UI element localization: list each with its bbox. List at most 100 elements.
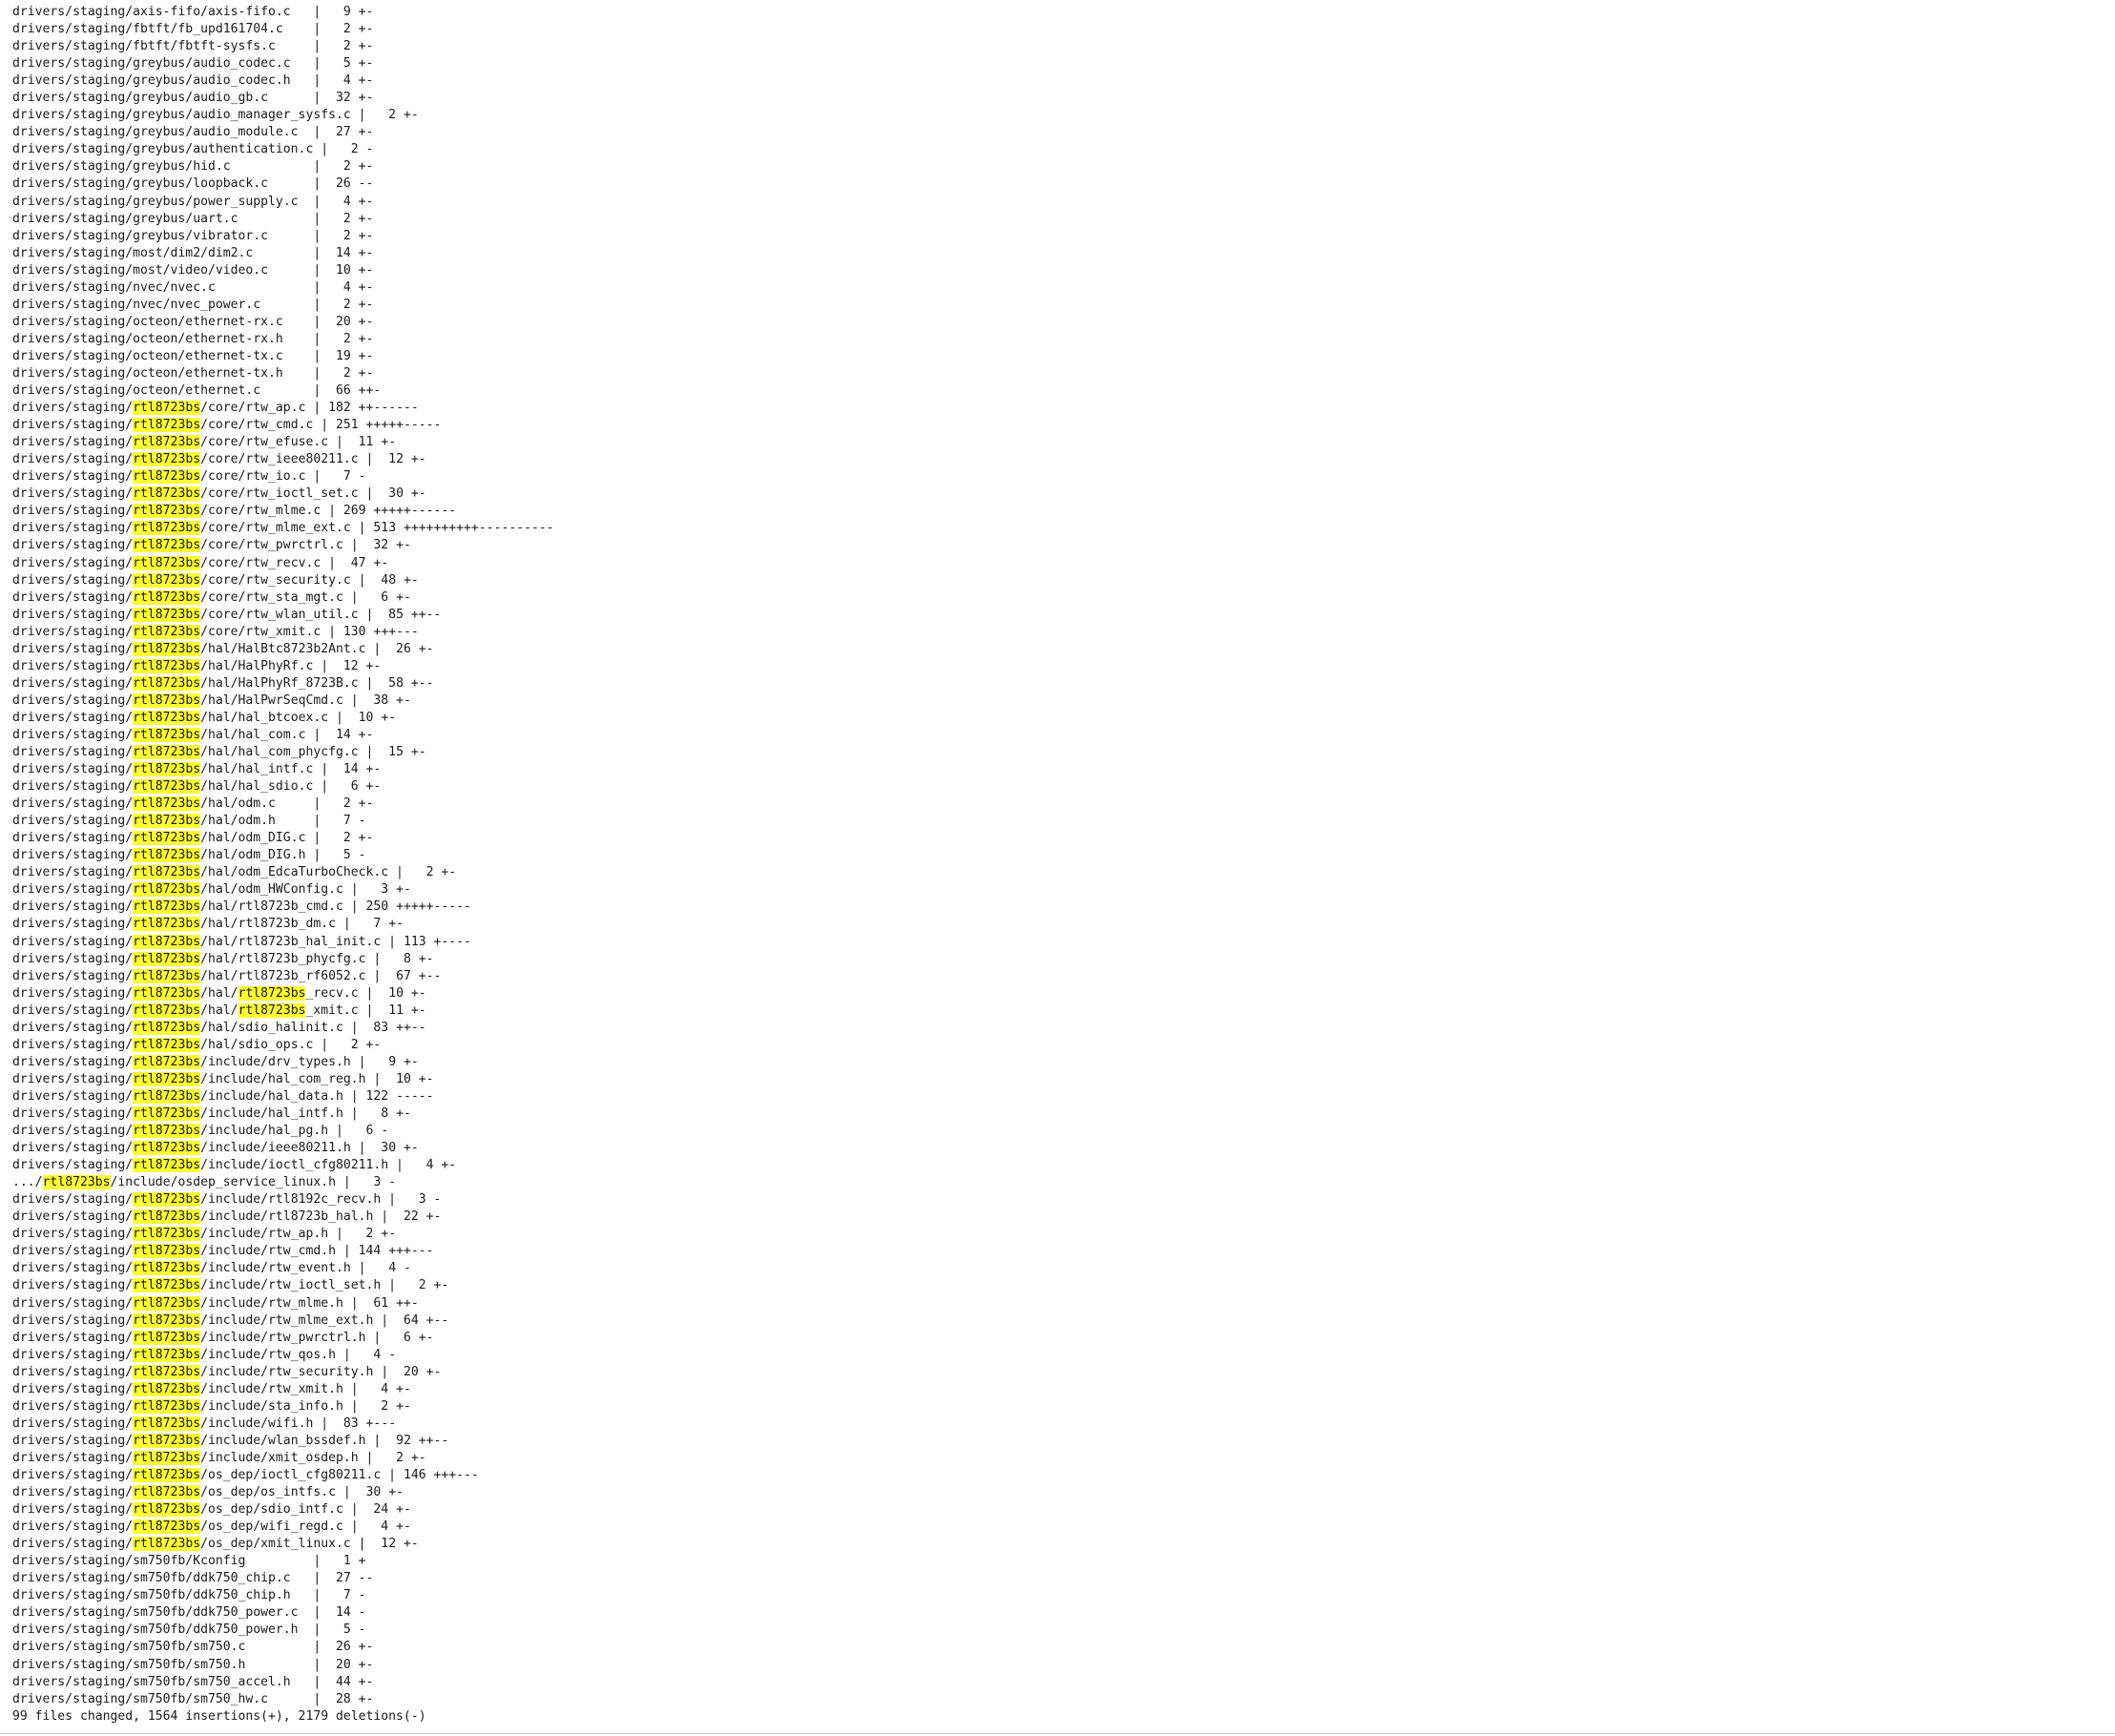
file-path: drivers/staging/rtl8723bs/core/rtw_secur… (12, 572, 351, 588)
change-count: 32 (365, 538, 389, 553)
diffstat-row: drivers/staging/rtl8723bs/include/hal_co… (12, 1071, 434, 1086)
change-count: 4 (328, 279, 351, 295)
diffstat-row: drivers/staging/rtl8723bs/hal/HalPhyRf.c… (12, 658, 382, 673)
diffstat-row: drivers/staging/rtl8723bs/include/rtw_ev… (12, 1261, 411, 1276)
file-path: drivers/staging/rtl8723bs/core/rtw_efuse… (12, 435, 329, 450)
change-graph: +- (410, 486, 426, 502)
change-graph: +-- (418, 968, 442, 983)
change-count: 10 (388, 1071, 411, 1086)
file-path: drivers/staging/rtl8723bs/core/rtw_pwrct… (12, 538, 343, 553)
change-count: 2 (381, 1450, 404, 1465)
change-count: 113 (403, 934, 426, 949)
search-highlight: rtl8723bs (133, 1244, 201, 1259)
diffstat-row: drivers/staging/rtl8723bs/include/hal_in… (12, 1106, 411, 1121)
change-graph: - (358, 1588, 366, 1603)
file-path: drivers/staging/rtl8723bs/hal/hal_btcoex… (12, 710, 329, 725)
diffstat-row: drivers/staging/sm750fb/ddk750_power.c |… (12, 1605, 366, 1621)
change-graph: +- (396, 538, 411, 553)
file-path: drivers/staging/rtl8723bs/hal/odm_DIG.h (12, 848, 306, 863)
change-graph: +++--- (373, 624, 419, 639)
change-graph: +- (358, 262, 374, 278)
change-count: 2 (328, 159, 351, 175)
diffstat-row: drivers/staging/sm750fb/ddk750_chip.h | … (12, 1588, 366, 1603)
diffstat-row: drivers/staging/rtl8723bs/core/rtw_efuse… (12, 435, 397, 450)
change-graph: +---- (433, 934, 471, 949)
file-path: drivers/staging/rtl8723bs/hal/rtl8723bs_… (12, 1002, 359, 1018)
diffstat-row: drivers/staging/rtl8723bs/include/rtw_ml… (12, 1312, 449, 1328)
diffstat-row: drivers/staging/rtl8723bs/include/wlan_b… (12, 1433, 449, 1448)
search-highlight: rtl8723bs (133, 624, 201, 639)
file-path: drivers/staging/octeon/ethernet-tx.c (12, 348, 283, 363)
diffstat-row: drivers/staging/rtl8723bs/include/rtw_cm… (12, 1244, 434, 1259)
change-graph: +- (358, 727, 374, 742)
change-count: 130 (342, 624, 366, 639)
search-highlight: rtl8723bs (133, 1416, 201, 1431)
file-path: .../rtl8723bs/include/osdep_service_linu… (12, 1175, 336, 1190)
change-graph: +- (358, 1674, 374, 1689)
file-path: drivers/staging/rtl8723bs/core/rtw_recv.… (12, 555, 321, 570)
file-path: drivers/staging/rtl8723bs/include/rtw_xm… (12, 1381, 343, 1396)
file-path: drivers/staging/rtl8723bs/include/wifi.h (12, 1416, 314, 1431)
change-count: 24 (365, 1502, 389, 1518)
change-count: 27 (328, 1571, 351, 1586)
change-count: 3 (358, 1175, 382, 1190)
summary-line: 99 files changed, 1564 insertions(+), 21… (12, 1708, 426, 1724)
change-graph: +-- (425, 1312, 449, 1328)
diffstat-row: drivers/staging/rtl8723bs/hal/hal_com.c … (12, 727, 374, 742)
diffstat-row: drivers/staging/rtl8723bs/include/xmit_o… (12, 1450, 426, 1465)
change-count: 20 (328, 314, 351, 329)
file-path: drivers/staging/rtl8723bs/core/rtw_io.c (12, 469, 306, 485)
search-highlight: rtl8723bs (133, 435, 201, 450)
change-graph: +- (358, 56, 374, 72)
diffstat-row: drivers/staging/rtl8723bs/include/ioctl_… (12, 1158, 457, 1173)
change-count: 58 (381, 675, 404, 691)
change-count: 83 (336, 1416, 359, 1431)
file-path: drivers/staging/greybus/uart.c (12, 211, 238, 226)
change-count: 14 (336, 762, 359, 777)
change-count: 250 (365, 899, 389, 915)
change-count: 2 (365, 1398, 389, 1414)
diffstat-row: drivers/staging/fbtft/fb_upd161704.c | 2… (12, 22, 374, 37)
diffstat-row: drivers/staging/rtl8723bs/core/rtw_ioctl… (12, 486, 426, 502)
change-count: 10 (328, 262, 351, 278)
file-path: drivers/staging/greybus/vibrator.c (12, 228, 269, 243)
change-count: 2 (336, 1037, 359, 1052)
search-highlight: rtl8723bs (133, 1261, 201, 1276)
search-highlight: rtl8723bs (133, 1502, 201, 1518)
change-count: 26 (388, 641, 411, 656)
change-count: 2 (350, 1227, 374, 1242)
file-path: drivers/staging/rtl8723bs/hal/odm.c (12, 796, 276, 812)
change-count: 144 (358, 1244, 382, 1259)
diffstat-row: drivers/staging/octeon/ethernet-rx.c | 2… (12, 314, 374, 329)
change-graph: +- (410, 985, 426, 1001)
file-path: drivers/staging/rtl8723bs/include/xmit_o… (12, 1450, 359, 1465)
search-highlight: rtl8723bs (133, 504, 201, 519)
change-count: 61 (365, 1295, 389, 1311)
change-count: 30 (373, 1141, 397, 1156)
change-count: 27 (328, 125, 351, 140)
file-path: drivers/staging/greybus/authentication.c (12, 142, 314, 157)
search-highlight: rtl8723bs (133, 1467, 201, 1482)
diffstat-row: drivers/staging/rtl8723bs/hal/rtl8723bs_… (12, 1002, 426, 1018)
change-count: 2 (328, 331, 351, 346)
search-highlight: rtl8723bs (133, 831, 201, 846)
search-highlight: rtl8723bs (133, 1295, 201, 1311)
search-highlight: rtl8723bs (133, 1398, 201, 1414)
file-path: drivers/staging/rtl8723bs/hal/rtl8723b_h… (12, 934, 382, 949)
change-count: 12 (373, 1537, 397, 1552)
change-count: 12 (336, 658, 359, 673)
change-count: 14 (328, 245, 351, 260)
change-count: 14 (328, 727, 351, 742)
change-graph: +- (388, 917, 404, 932)
change-count: 2 (328, 297, 351, 312)
file-path: drivers/staging/rtl8723bs/os_dep/wifi_re… (12, 1519, 343, 1535)
diffstat-row: drivers/staging/rtl8723bs/include/ieee80… (12, 1141, 419, 1156)
change-count: 251 (336, 418, 359, 433)
change-graph: ++- (396, 1295, 419, 1311)
file-path: drivers/staging/rtl8723bs/core/rtw_xmit.… (12, 624, 321, 639)
diffstat-row: drivers/staging/rtl8723bs/core/rtw_sta_m… (12, 589, 411, 605)
file-path: drivers/staging/sm750fb/ddk750_power.c (12, 1605, 299, 1621)
change-count: 4 (373, 1261, 397, 1276)
file-path: drivers/staging/rtl8723bs/hal/HalPhyRf.c (12, 658, 314, 673)
diffstat-row: drivers/staging/rtl8723bs/core/rtw_mlme.… (12, 504, 457, 519)
